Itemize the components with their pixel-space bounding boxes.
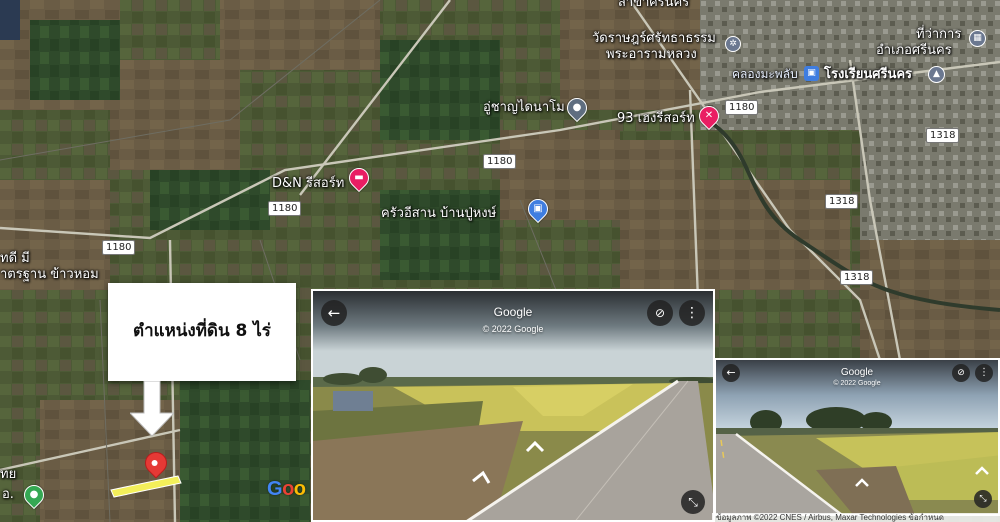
left-bottom-label-2[interactable]: อ. bbox=[2, 488, 14, 501]
hotel-icon: ▬ bbox=[354, 172, 364, 183]
left-place-label[interactable]: ทดี มี bbox=[0, 252, 30, 265]
streetview-main[interactable]: ← Google © 2022 Google ⊘ ⋮ ⤡ bbox=[311, 289, 715, 522]
road-shield: 1180 bbox=[102, 240, 136, 255]
road-shield: 1180 bbox=[725, 100, 759, 115]
shop-icon: ● bbox=[572, 102, 582, 113]
bus-stop-icon[interactable]: ▣ bbox=[804, 66, 819, 81]
compass-icon: ⊘ bbox=[957, 368, 965, 378]
temple-label[interactable]: วัดราษฎร์ศรัทธาธรรม bbox=[592, 32, 716, 45]
compass-button[interactable]: ⊘ bbox=[952, 364, 970, 382]
collapse-icon: ⤡ bbox=[979, 494, 987, 504]
left-bottom-label[interactable]: ทย bbox=[0, 468, 16, 481]
district-office-label[interactable]: ที่ว่าการ bbox=[916, 28, 961, 41]
school-label[interactable]: โรงเรียนศรีนคร bbox=[824, 68, 912, 81]
collapse-icon: ⤡ bbox=[688, 495, 698, 509]
tools-icon: ✕ bbox=[704, 110, 714, 121]
shopping-bag-icon: ▣ bbox=[533, 203, 543, 214]
resort-93-label[interactable]: 93 เฮงรีสอร์ท bbox=[617, 112, 695, 125]
road-shield: 1180 bbox=[483, 154, 517, 169]
callout-arrow-icon bbox=[130, 381, 174, 436]
temple-label-line2[interactable]: พระอารามหลวง bbox=[606, 48, 697, 61]
callout-text: ตำแหน่งที่ดิน 8 ไร่ bbox=[133, 321, 271, 341]
road-shield: 1180 bbox=[268, 201, 302, 216]
streetview-copyright: © 2022 Google bbox=[482, 324, 544, 334]
land-callout: ตำแหน่งที่ดิน 8 ไร่ bbox=[108, 283, 296, 381]
place-icon: ● bbox=[29, 489, 39, 500]
district-office-label-line2[interactable]: อำเภอศรีนคร bbox=[876, 44, 952, 57]
car-care-label[interactable]: อู่ชาญไดนาโม bbox=[483, 101, 565, 114]
school-icon[interactable]: ▲ bbox=[928, 66, 945, 83]
google-logo: Goo bbox=[267, 478, 306, 500]
collapse-button[interactable]: ⤡ bbox=[974, 490, 992, 508]
more-options-button[interactable]: ⋮ bbox=[679, 300, 705, 326]
compass-icon: ⊘ bbox=[654, 306, 666, 320]
restaurant-label[interactable]: ครัวอีสาน บ้านปู่หงษ์ bbox=[381, 207, 496, 220]
canal-label[interactable]: คลองมะพลับ bbox=[732, 68, 798, 80]
government-building-icon[interactable]: ▦ bbox=[969, 30, 986, 47]
road-shield: 1318 bbox=[926, 128, 960, 143]
map-attribution[interactable]: ข้อมูลภาพ ©2022 CNES / Airbus, Maxar Tec… bbox=[712, 513, 1000, 522]
more-options-button[interactable]: ⋮ bbox=[975, 364, 993, 382]
left-place-label-line2[interactable]: าตรฐาน ข้าวหอม bbox=[0, 268, 99, 281]
collapse-button[interactable]: ⤡ bbox=[681, 490, 705, 514]
temple-icon[interactable]: ✲ bbox=[725, 36, 741, 52]
temple-top-label[interactable]: สาขาศรีนคร bbox=[618, 0, 689, 9]
streetview-copyright: © 2022 Google bbox=[833, 380, 881, 387]
streetview-secondary[interactable]: ← Google © 2022 Google ⊘ ⋮ ⤡ bbox=[714, 358, 1000, 516]
more-vert-icon: ⋮ bbox=[685, 305, 699, 321]
compass-button[interactable]: ⊘ bbox=[647, 300, 673, 326]
road-shield: 1318 bbox=[825, 194, 859, 209]
road-shield: 1318 bbox=[840, 270, 874, 285]
dn-resort-label[interactable]: D&N รีสอร์ท bbox=[272, 177, 344, 190]
more-vert-icon: ⋮ bbox=[979, 367, 989, 378]
